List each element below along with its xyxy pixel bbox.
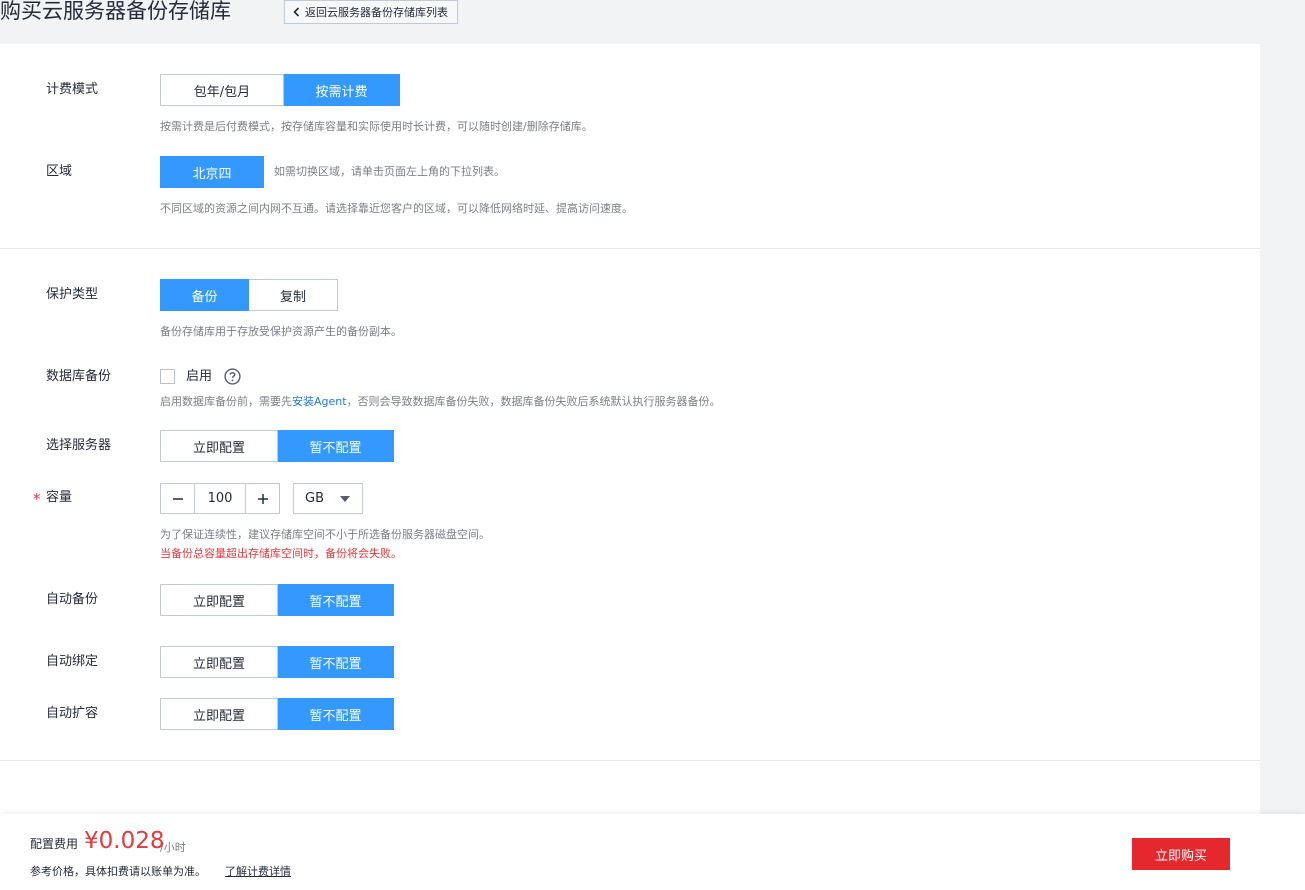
auto-bind-option-skip[interactable]: 暂不配置 bbox=[278, 646, 394, 678]
auto-expand-selector: 立即配置 暂不配置 bbox=[160, 698, 394, 730]
page-header: 购买云服务器备份存储库 返回云服务器备份存储库列表 bbox=[0, 0, 1305, 44]
caret-down-icon bbox=[340, 496, 350, 502]
price-value: ¥0.028 bbox=[84, 828, 165, 854]
database-backup-hint-prefix: 启用数据库备份前，需要先 bbox=[160, 395, 292, 408]
billing-mode-hint: 按需计费是后付费模式，按存储库容量和实际使用时长计费，可以随时创建/删除存储库。 bbox=[160, 120, 593, 133]
protection-option-replication[interactable]: 复制 bbox=[249, 279, 338, 311]
auto-bind-selector: 立即配置 暂不配置 bbox=[160, 646, 394, 678]
region-option-beijing4[interactable]: 北京四 bbox=[160, 156, 264, 188]
back-to-list-button[interactable]: 返回云服务器备份存储库列表 bbox=[284, 0, 458, 24]
capacity-hint: 为了保证连续性，建议存储库空间不小于所选备份服务器磁盘空间。 bbox=[160, 528, 490, 541]
purchase-form-card: 计费模式 包年/包月 按需计费 按需计费是后付费模式，按存储库容量和实际使用时长… bbox=[0, 44, 1260, 814]
auto-backup-option-skip[interactable]: 暂不配置 bbox=[278, 584, 394, 616]
minus-icon bbox=[172, 497, 183, 500]
billing-details-link[interactable]: 了解计费详情 bbox=[225, 863, 291, 879]
back-button-label: 返回云服务器备份存储库列表 bbox=[305, 6, 448, 19]
auto-backup-option-configure-now[interactable]: 立即配置 bbox=[160, 584, 278, 616]
install-agent-link[interactable]: 安装Agent bbox=[292, 395, 347, 408]
capacity-unit-value: GB bbox=[305, 491, 324, 506]
page-title: 购买云服务器备份存储库 bbox=[0, 0, 231, 23]
billing-mode-selector: 包年/包月 按需计费 bbox=[160, 74, 400, 106]
price-footer-bar: 配置费用 ¥0.028 /小时 参考价格，具体扣费请以账单为准。 了解计费详情 … bbox=[0, 814, 1305, 890]
database-backup-checkbox[interactable] bbox=[160, 369, 175, 384]
section-divider bbox=[0, 248, 1260, 249]
help-icon[interactable] bbox=[224, 368, 241, 385]
required-mark: * bbox=[33, 490, 41, 508]
region-label: 区域 bbox=[46, 164, 73, 179]
capacity-stepper: 100 bbox=[160, 483, 280, 514]
increase-button[interactable] bbox=[246, 484, 279, 513]
database-backup-hint-suffix: ，否则会导致数据库备份失败，数据库备份失败后系统默认执行服务器备份。 bbox=[346, 395, 721, 408]
chevron-left-icon bbox=[293, 7, 300, 17]
protection-type-selector: 备份 复制 bbox=[160, 279, 338, 311]
capacity-label: 容量 bbox=[46, 490, 73, 505]
auto-expand-option-configure-now[interactable]: 立即配置 bbox=[160, 698, 278, 730]
billing-mode-label: 计费模式 bbox=[46, 82, 99, 97]
auto-bind-option-configure-now[interactable]: 立即配置 bbox=[160, 646, 278, 678]
protection-type-label: 保护类型 bbox=[46, 287, 99, 302]
billing-option-pay-per-use[interactable]: 按需计费 bbox=[284, 74, 400, 106]
buy-now-button[interactable]: 立即购买 bbox=[1132, 838, 1230, 870]
protection-option-backup[interactable]: 备份 bbox=[160, 279, 249, 311]
auto-expand-label: 自动扩容 bbox=[46, 706, 99, 721]
database-backup-hint: 启用数据库备份前，需要先安装Agent，否则会导致数据库备份失败，数据库备份失败… bbox=[160, 394, 721, 410]
billing-option-yearly-monthly[interactable]: 包年/包月 bbox=[160, 74, 284, 106]
price-unit: /小时 bbox=[160, 841, 186, 854]
capacity-warning: 当备份总容量超出存储库空间时，备份将会失败。 bbox=[160, 547, 402, 560]
select-server-option-configure-now[interactable]: 立即配置 bbox=[160, 430, 278, 462]
select-server-label: 选择服务器 bbox=[46, 438, 112, 453]
decrease-button[interactable] bbox=[161, 484, 194, 513]
select-server-option-skip[interactable]: 暂不配置 bbox=[278, 430, 394, 462]
region-inline-hint: 如需切换区域，请单击页面左上角的下拉列表。 bbox=[274, 165, 505, 178]
auto-backup-label: 自动备份 bbox=[46, 592, 99, 607]
capacity-input[interactable]: 100 bbox=[194, 484, 246, 513]
auto-bind-label: 自动绑定 bbox=[46, 654, 99, 669]
auto-expand-option-skip[interactable]: 暂不配置 bbox=[278, 698, 394, 730]
capacity-unit-select[interactable]: GB bbox=[293, 483, 363, 514]
select-server-selector: 立即配置 暂不配置 bbox=[160, 430, 394, 462]
price-note: 参考价格，具体扣费请以账单为准。 bbox=[30, 865, 206, 878]
section-divider bbox=[0, 760, 1260, 761]
auto-backup-selector: 立即配置 暂不配置 bbox=[160, 584, 394, 616]
price-label: 配置费用 bbox=[30, 837, 79, 851]
plus-icon bbox=[257, 493, 268, 504]
region-selector: 北京四 bbox=[160, 156, 264, 188]
database-backup-label: 数据库备份 bbox=[46, 369, 112, 384]
database-backup-enable-label[interactable]: 启用 bbox=[186, 368, 212, 386]
region-hint: 不同区域的资源之间内网不互通。请选择靠近您客户的区域，可以降低网络时延、提高访问… bbox=[160, 202, 633, 215]
protection-type-hint: 备份存储库用于存放受保护资源产生的备份副本。 bbox=[160, 325, 402, 338]
